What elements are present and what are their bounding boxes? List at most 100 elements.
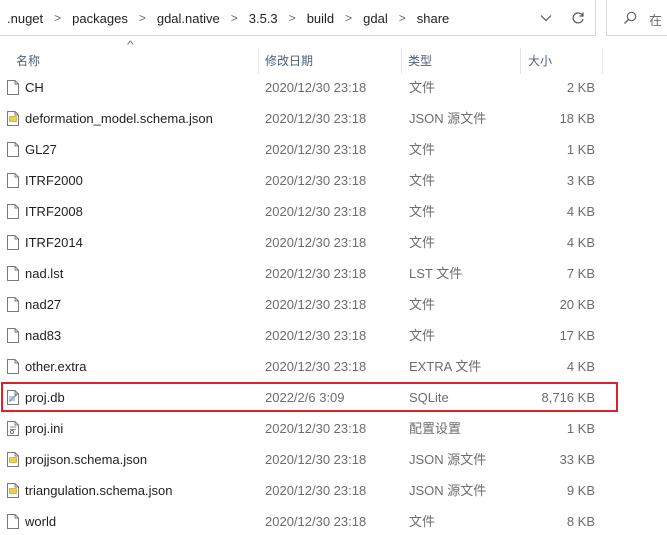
file-name: triangulation.schema.json — [25, 483, 173, 498]
file-name: CH — [25, 80, 44, 95]
column-divider[interactable] — [258, 48, 259, 74]
column-divider[interactable] — [401, 48, 402, 74]
file-type: 文件 — [409, 173, 436, 188]
file-size: 4 KB — [566, 204, 595, 219]
file-row[interactable]: nad27 2020/12/30 23:18 文件 20 KB — [0, 289, 610, 320]
file-type: JSON 源文件 — [409, 483, 487, 498]
file-date: 2020/12/30 23:18 — [265, 452, 367, 467]
blank-file-icon — [7, 266, 19, 281]
file-type: 文件 — [409, 328, 436, 343]
file-name: nad.lst — [25, 266, 64, 281]
blank-file-icon — [7, 235, 19, 250]
file-date: 2020/12/30 23:18 — [265, 514, 367, 529]
file-row[interactable]: triangulation.schema.json 2020/12/30 23:1… — [0, 475, 610, 506]
breadcrumb-item[interactable]: share — [414, 11, 453, 26]
file-date: 2020/12/30 23:18 — [265, 235, 367, 250]
breadcrumb-item[interactable]: .nuget — [4, 11, 46, 26]
breadcrumb-separator[interactable]: > — [391, 11, 414, 25]
file-size: 3 KB — [566, 173, 595, 188]
file-row[interactable]: nad83 2020/12/30 23:18 文件 17 KB — [0, 320, 610, 351]
sqlite-file-icon — [7, 390, 19, 405]
blank-file-icon — [7, 514, 19, 529]
blank-file-icon — [7, 142, 19, 157]
file-row[interactable]: proj.db 2022/2/6 3:09 SQLite 8,716 KB — [0, 382, 610, 413]
file-date: 2020/12/30 23:18 — [265, 328, 367, 343]
search-icon — [624, 11, 637, 24]
breadcrumb-item[interactable]: packages — [69, 11, 131, 26]
breadcrumb-item[interactable]: build — [304, 11, 337, 26]
file-name: ITRF2014 — [25, 235, 83, 250]
breadcrumb-separator[interactable]: > — [131, 11, 154, 25]
file-row[interactable]: ITRF2000 2020/12/30 23:18 文件 3 KB — [0, 165, 610, 196]
file-name: ITRF2008 — [25, 204, 83, 219]
breadcrumb-separator[interactable]: > — [337, 11, 360, 25]
file-name: other.extra — [25, 359, 87, 374]
file-row[interactable]: other.extra 2020/12/30 23:18 EXTRA 文件 4 KB — [0, 351, 610, 382]
file-size: 1 KB — [566, 142, 595, 157]
file-type: JSON 源文件 — [409, 452, 487, 467]
breadcrumb-item[interactable]: gdal.native — [154, 11, 223, 26]
file-size: 2 KB — [566, 80, 595, 95]
file-date: 2020/12/30 23:18 — [265, 111, 367, 126]
file-date: 2020/12/30 23:18 — [265, 359, 367, 374]
file-date: 2020/12/30 23:18 — [265, 297, 367, 312]
breadcrumb: .nuget > packages > gdal.native >3.5.3 > build >… — [4, 0, 452, 36]
file-row[interactable]: projjson.schema.json 2020/12/30 23:18 JSON… — [0, 444, 610, 475]
file-type: EXTRA 文件 — [409, 359, 482, 374]
file-type: 配置设置 — [409, 421, 462, 436]
refresh-icon[interactable] — [566, 7, 590, 29]
breadcrumb-item[interactable]: gdal — [360, 11, 391, 26]
file-size: 20 KB — [559, 297, 595, 312]
file-type: LST 文件 — [409, 266, 463, 281]
file-row[interactable]: ITRF2014 2020/12/30 23:18 文件 4 KB — [0, 227, 610, 258]
column-divider[interactable] — [602, 48, 603, 74]
column-divider[interactable] — [520, 48, 521, 74]
file-row[interactable]: ITRF2008 2020/12/30 23:18 文件 4 KB — [0, 196, 610, 227]
json-file-icon — [7, 483, 19, 498]
file-size: 1 KB — [566, 421, 595, 436]
chevron-down-icon[interactable] — [534, 7, 558, 29]
blank-file-icon — [7, 297, 19, 312]
search-box[interactable]: 在 — [606, 0, 667, 36]
file-type: 文件 — [409, 142, 436, 157]
file-type: 文件 — [409, 235, 436, 250]
breadcrumb-separator[interactable]: > — [223, 11, 246, 25]
file-type: 文件 — [409, 297, 436, 312]
file-date: 2020/12/30 23:18 — [265, 266, 367, 281]
file-name: proj.db — [25, 390, 65, 405]
file-name: nad83 — [25, 328, 62, 343]
file-row[interactable]: nad.lst 2020/12/30 23:18 LST 文件 7 KB — [0, 258, 610, 289]
file-row[interactable]: CH 2020/12/30 23:18 文件 2 KB — [0, 72, 610, 103]
file-name: ITRF2000 — [25, 173, 83, 188]
file-size: 18 KB — [559, 111, 595, 126]
file-size: 8 KB — [566, 514, 595, 529]
file-name: world — [25, 514, 57, 529]
file-name: proj.ini — [25, 421, 64, 436]
file-date: 2020/12/30 23:18 — [265, 173, 367, 188]
breadcrumb-item[interactable]: 3.5.3 — [246, 11, 281, 26]
file-size: 7 KB — [566, 266, 595, 281]
file-type: JSON 源文件 — [409, 111, 487, 126]
file-row[interactable]: deformation_model.schema.json 2020/12/30 … — [0, 103, 610, 134]
file-row[interactable]: proj.ini 2020/12/30 23:18 配置设置 1 KB — [0, 413, 610, 444]
file-date: 2020/12/30 23:18 — [265, 421, 367, 436]
file-size: 4 KB — [566, 235, 595, 250]
file-explorer-window: .nuget > packages > gdal.native >3.5.3 > build >… — [0, 0, 667, 535]
search-placeholder: 在 — [649, 13, 663, 28]
file-list: CH 2020/12/30 23:18 文件 2 KB deformation_mode… — [0, 72, 610, 535]
file-row[interactable]: GL27 2020/12/30 23:18 文件 1 KB — [0, 134, 610, 165]
json-file-icon — [7, 452, 19, 467]
breadcrumb-separator[interactable]: > — [46, 11, 69, 25]
file-size: 4 KB — [566, 359, 595, 374]
breadcrumb-separator[interactable]: > — [281, 11, 304, 25]
file-type: 文件 — [409, 80, 436, 95]
address-bar[interactable]: .nuget > packages > gdal.native >3.5.3 > build >… — [0, 0, 596, 36]
blank-file-icon — [7, 80, 19, 95]
file-row[interactable]: world 2020/12/30 23:18 文件 8 KB — [0, 506, 610, 535]
file-date: 2020/12/30 23:18 — [265, 142, 367, 157]
blank-file-icon — [7, 204, 19, 219]
blank-file-icon — [7, 173, 19, 188]
file-size: 9 KB — [566, 483, 595, 498]
file-name: deformation_model.schema.json — [25, 111, 213, 126]
json-file-icon — [7, 111, 19, 126]
